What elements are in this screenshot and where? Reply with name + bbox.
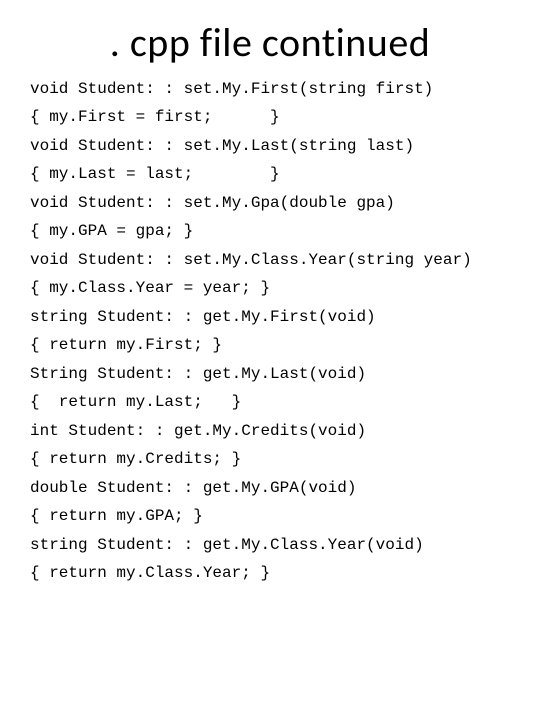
code-line: { return my.Last; } — [30, 393, 241, 411]
code-line: double Student: : get.My.GPA(void) — [30, 479, 356, 497]
code-line: void Student: : set.My.First(string firs… — [30, 80, 433, 98]
code-line: string Student: : get.My.First(void) — [30, 308, 376, 326]
code-line: { return my.Class.Year; } — [30, 564, 270, 582]
code-line: string Student: : get.My.Class.Year(void… — [30, 536, 424, 554]
code-line: { return my.GPA; } — [30, 507, 203, 525]
code-line: String Student: : get.My.Last(void) — [30, 365, 366, 383]
code-line: void Student: : set.My.Gpa(double gpa) — [30, 194, 395, 212]
code-line: { my.Class.Year = year; } — [30, 279, 270, 297]
slide: . cpp file continued void Student: : set… — [0, 0, 540, 720]
code-line: { my.Last = last; } — [30, 165, 280, 183]
code-line: { my.GPA = gpa; } — [30, 222, 193, 240]
code-line: void Student: : set.My.Last(string last) — [30, 137, 414, 155]
code-line: { return my.First; } — [30, 336, 222, 354]
code-line: void Student: : set.My.Class.Year(string… — [30, 251, 472, 269]
code-line: int Student: : get.My.Credits(void) — [30, 422, 366, 440]
slide-title: . cpp file continued — [30, 18, 510, 67]
code-block: void Student: : set.My.First(string firs… — [30, 75, 510, 587]
code-line: { return my.Credits; } — [30, 450, 241, 468]
code-line: { my.First = first; } — [30, 108, 280, 126]
